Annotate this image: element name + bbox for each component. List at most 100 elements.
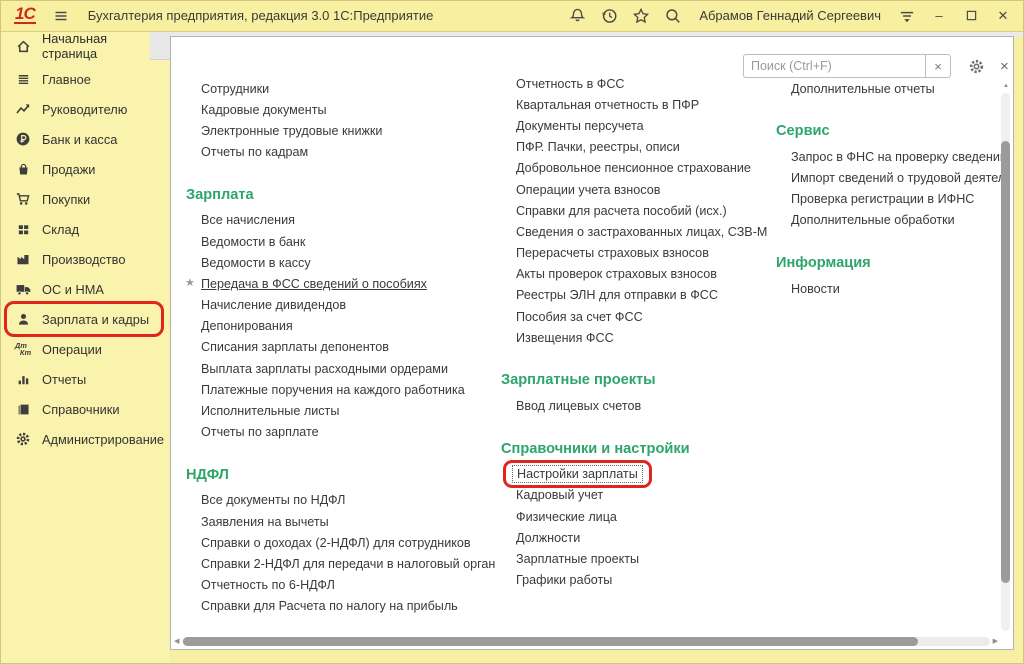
global-search-icon[interactable] bbox=[664, 7, 682, 25]
menu-link[interactable]: Все начисления bbox=[186, 210, 486, 231]
menu-link[interactable]: Начисление дивидендов bbox=[186, 295, 486, 316]
sidebar-item[interactable]: Зарплата и кадры bbox=[0, 304, 170, 334]
menu-link[interactable]: Запрос в ФНС на проверку сведений работн… bbox=[776, 146, 1002, 167]
history-icon[interactable] bbox=[600, 7, 618, 25]
menu-link[interactable]: Ведомости в кассу bbox=[186, 252, 486, 273]
favorite-star-icon[interactable]: ★ bbox=[185, 276, 195, 289]
menu-link-label: Списания зарплаты депонентов bbox=[201, 340, 389, 354]
vertical-scroll-track[interactable] bbox=[1001, 93, 1010, 631]
menu-link[interactable]: Физические лица bbox=[501, 506, 763, 527]
tab-gap bbox=[150, 32, 170, 60]
sidebar-item[interactable]: ОС и НМА bbox=[0, 274, 170, 304]
menu-link[interactable]: Кадровые документы bbox=[186, 99, 486, 120]
vertical-scroll-thumb[interactable] bbox=[1001, 141, 1010, 583]
menu-link[interactable]: Акты проверок страховых взносов bbox=[501, 264, 763, 285]
horizontal-scroll-track[interactable] bbox=[182, 637, 989, 646]
service-menu-icon[interactable] bbox=[898, 7, 916, 25]
menu-link[interactable]: Списания зарплаты депонентов bbox=[186, 337, 486, 358]
menu-link[interactable]: Исполнительные листы bbox=[186, 400, 486, 421]
menu-link-label: Справки для Расчета по налогу на прибыль bbox=[201, 599, 458, 613]
menu-link[interactable]: Реестры ЭЛН для отправки в ФСС bbox=[501, 285, 763, 306]
menu-link-label: Исполнительные листы bbox=[201, 404, 339, 418]
scroll-left-arrow[interactable]: ◀ bbox=[174, 638, 179, 646]
menu-column-3: Дополнительные отчетыСервисЗапрос в ФНС … bbox=[776, 78, 1002, 299]
menu-link[interactable]: Импорт сведений о трудовой деятельности bbox=[776, 167, 1002, 188]
sidebar-item-home[interactable]: Начальная страница bbox=[0, 32, 150, 60]
menu-link[interactable]: Дополнительные обработки bbox=[776, 210, 1002, 231]
menu-link[interactable]: ★Передача в ФСС сведений о пособиях bbox=[186, 273, 486, 294]
sidebar-item-label: Производство bbox=[42, 252, 125, 267]
menu-link[interactable]: Электронные трудовые книжки bbox=[186, 120, 486, 141]
menu-link[interactable]: Справки для Расчета по налогу на прибыль bbox=[186, 596, 486, 617]
sidebar-item[interactable]: Руководителю bbox=[0, 94, 170, 124]
main-menu-icon[interactable] bbox=[53, 8, 69, 24]
sidebar-item[interactable]: Покупки bbox=[0, 184, 170, 214]
menu-link[interactable]: Справки 2-НДФЛ для передачи в налоговый … bbox=[186, 553, 486, 574]
current-user[interactable]: Абрамов Геннадий Сергеевич bbox=[699, 8, 881, 23]
sidebar-item[interactable]: Главное bbox=[0, 64, 170, 94]
menu-link-label: Начисление дивидендов bbox=[201, 298, 346, 312]
menu-link[interactable]: Ввод лицевых счетов bbox=[501, 395, 763, 416]
menu-link[interactable]: Сведения о застрахованных лицах, СЗВ-М bbox=[501, 221, 763, 242]
factory-icon bbox=[13, 251, 33, 267]
close-button[interactable]: ✕ bbox=[994, 8, 1012, 24]
sidebar-item[interactable]: Справочники bbox=[0, 394, 170, 424]
menu-link[interactable]: Пособия за счет ФСС bbox=[501, 306, 763, 327]
menu-link[interactable]: Графики работы bbox=[501, 570, 763, 591]
search-input[interactable] bbox=[743, 54, 926, 78]
pallet-icon bbox=[13, 222, 33, 237]
minimize-button[interactable]: – bbox=[930, 8, 948, 24]
scroll-right-arrow[interactable]: ▶ bbox=[993, 638, 998, 646]
menu-link[interactable]: Отчеты по зарплате bbox=[186, 422, 486, 443]
sidebar-item[interactable]: Администрирование bbox=[0, 424, 170, 454]
sidebar-item[interactable]: ДтКтОперации bbox=[0, 334, 170, 364]
favorites-star-icon[interactable] bbox=[632, 7, 650, 25]
menu-link[interactable]: Извещения ФСС bbox=[501, 327, 763, 348]
sidebar-item[interactable]: Производство bbox=[0, 244, 170, 274]
menu-link[interactable]: Отчетность по 6-НДФЛ bbox=[186, 575, 486, 596]
menu-link[interactable]: Отчетность в ФСС bbox=[501, 73, 763, 94]
menu-link[interactable]: Перерасчеты страховых взносов bbox=[501, 243, 763, 264]
vertical-scrollbar[interactable]: ▲ bbox=[1000, 79, 1012, 633]
horizontal-scroll-thumb[interactable] bbox=[183, 637, 918, 646]
menu-link[interactable]: Депонирования bbox=[186, 316, 486, 337]
menu-link[interactable]: Проверка регистрации в ИФНС bbox=[776, 189, 1002, 210]
menu-link[interactable]: Операции учета взносов bbox=[501, 179, 763, 200]
menu-link[interactable]: Все документы по НДФЛ bbox=[186, 490, 486, 511]
sidebar-item[interactable]: Склад bbox=[0, 214, 170, 244]
notifications-bell-icon[interactable] bbox=[569, 7, 586, 24]
menu-link-label: Отчетность по 6-НДФЛ bbox=[201, 578, 335, 592]
panel-close-icon[interactable]: × bbox=[1000, 59, 1009, 74]
sidebar-item[interactable]: Отчеты bbox=[0, 364, 170, 394]
horizontal-scrollbar[interactable]: ◀ ▶ bbox=[174, 636, 998, 647]
menu-link[interactable]: Дополнительные отчеты bbox=[776, 78, 1002, 99]
panel-settings-gear-icon[interactable] bbox=[968, 58, 985, 75]
menu-link[interactable]: Выплата зарплаты расходными ордерами bbox=[186, 358, 486, 379]
scroll-up-arrow[interactable]: ▲ bbox=[1003, 83, 1009, 89]
menu-link[interactable]: Настройки зарплаты bbox=[501, 464, 763, 485]
menu-link[interactable]: Платежные поручения на каждого работника bbox=[186, 379, 486, 400]
menu-link[interactable]: Ведомости в банк bbox=[186, 231, 486, 252]
menu-link[interactable]: ПФР. Пачки, реестры, описи bbox=[501, 137, 763, 158]
menu-link[interactable]: Заявления на вычеты bbox=[186, 511, 486, 532]
menu-link[interactable]: Квартальная отчетность в ПФР bbox=[501, 94, 763, 115]
menu-columns: Сотрудники Кадровые документы Электронные … bbox=[171, 37, 1013, 649]
menu-link[interactable]: Добровольное пенсионное страхование bbox=[501, 158, 763, 179]
menu-link[interactable]: Документы персучета bbox=[501, 115, 763, 136]
sidebar-item[interactable]: Продажи bbox=[0, 154, 170, 184]
menu-link[interactable]: Справки о доходах (2-НДФЛ) для сотрудник… bbox=[186, 532, 486, 553]
menu-link[interactable]: Должности bbox=[501, 527, 763, 548]
menu-link[interactable]: Отчеты по кадрам bbox=[186, 142, 486, 163]
sidebar-item-label: Банк и касса bbox=[42, 132, 117, 147]
search-clear-icon[interactable]: × bbox=[926, 54, 951, 78]
menu-link-label: Кадровые документы bbox=[201, 103, 327, 117]
dtkt-icon: ДтКт bbox=[13, 342, 33, 356]
menu-link[interactable]: Новости bbox=[776, 278, 1002, 299]
menu-link[interactable]: Справки для расчета пособий (исх.) bbox=[501, 200, 763, 221]
maximize-button[interactable] bbox=[962, 10, 980, 21]
menu-link[interactable]: Зарплатные проекты bbox=[501, 548, 763, 569]
menu-link[interactable]: Сотрудники bbox=[186, 78, 486, 99]
menu-link-label: Настройки зарплаты bbox=[512, 465, 643, 483]
menu-link-label: Пособия за счет ФСС bbox=[516, 310, 643, 324]
sidebar-item[interactable]: Банк и касса bbox=[0, 124, 170, 154]
